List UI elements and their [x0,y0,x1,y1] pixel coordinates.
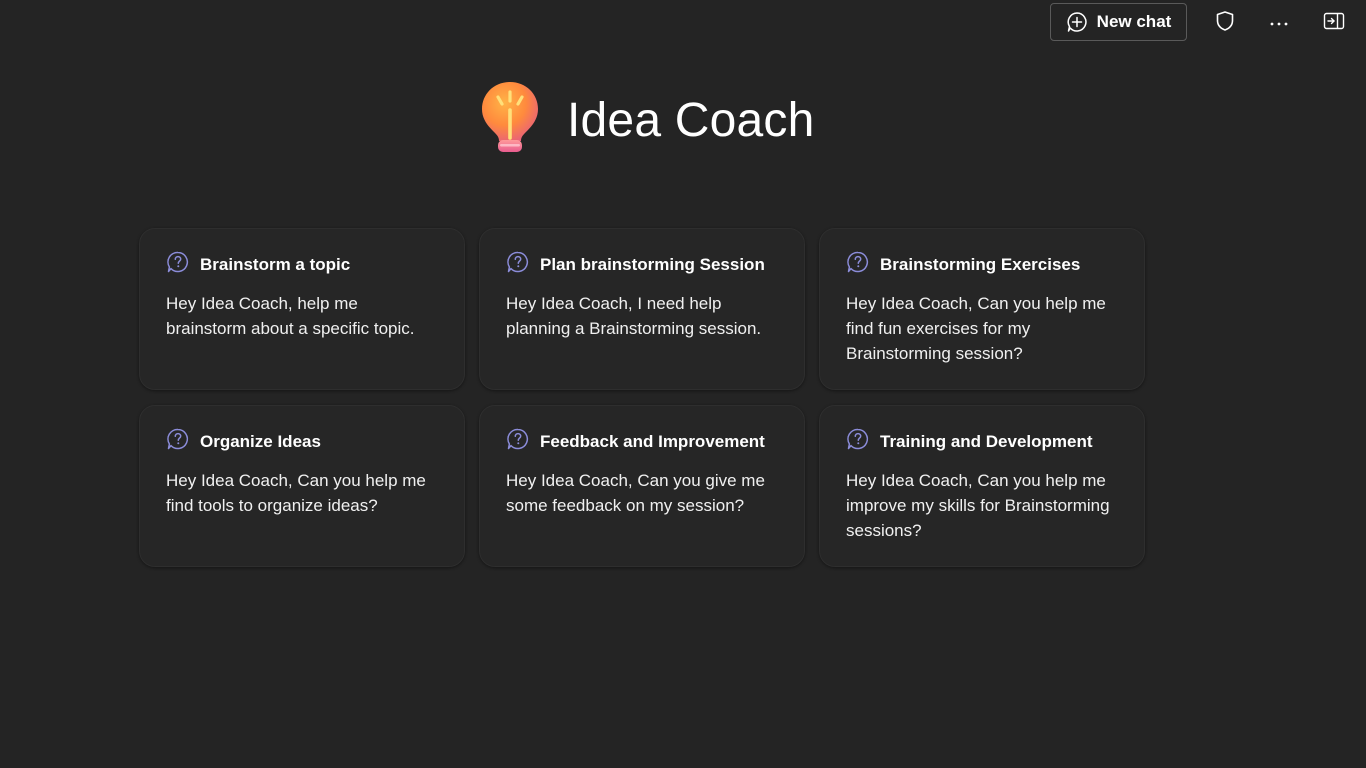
plus-chat-icon [1066,11,1088,33]
card-text: Hey Idea Coach, I need help planning a B… [506,294,762,338]
card-title: Brainstorm a topic [200,254,351,274]
more-options-button[interactable] [1263,8,1295,38]
chat-question-icon [506,427,530,456]
card-title: Plan brainstorming Session [540,254,765,274]
prompt-card-brainstorm-topic[interactable]: Brainstorm a topic Hey Idea Coach, help … [139,228,465,390]
card-title: Feedback and Improvement [540,431,765,451]
card-text: Hey Idea Coach, Can you give me some fee… [506,471,765,515]
chat-question-icon [166,250,190,279]
chat-question-icon [846,427,870,456]
prompt-card-feedback[interactable]: Feedback and Improvement Hey Idea Coach,… [479,405,805,567]
page-title: Idea Coach [567,93,815,147]
card-text: Hey Idea Coach, help me brainstorm about… [166,294,415,338]
card-text: Hey Idea Coach, Can you help me improve … [846,471,1110,540]
new-chat-button[interactable]: New chat [1050,3,1187,41]
card-title: Organize Ideas [200,431,321,451]
card-title: Brainstorming Exercises [880,254,1081,274]
hero-header: Idea Coach [475,78,815,162]
shield-button[interactable] [1209,8,1241,38]
card-title: Training and Development [880,431,1093,451]
prompt-card-organize-ideas[interactable]: Organize Ideas Hey Idea Coach, Can you h… [139,405,465,567]
chat-question-icon [846,250,870,279]
card-text: Hey Idea Coach, Can you help me find too… [166,471,426,515]
open-panel-button[interactable] [1318,8,1350,38]
card-text: Hey Idea Coach, Can you help me find fun… [846,294,1106,363]
prompt-card-brainstorming-exercises[interactable]: Brainstorming Exercises Hey Idea Coach, … [819,228,1145,390]
prompt-card-plan-session[interactable]: Plan brainstorming Session Hey Idea Coac… [479,228,805,390]
lightbulb-icon [475,78,545,163]
new-chat-label: New chat [1096,12,1172,31]
shield-icon [1214,10,1236,37]
chat-question-icon [506,250,530,279]
more-icon [1269,14,1289,32]
open-panel-icon [1323,12,1345,35]
chat-question-icon [166,427,190,456]
prompt-card-training[interactable]: Training and Development Hey Idea Coach,… [819,405,1145,567]
